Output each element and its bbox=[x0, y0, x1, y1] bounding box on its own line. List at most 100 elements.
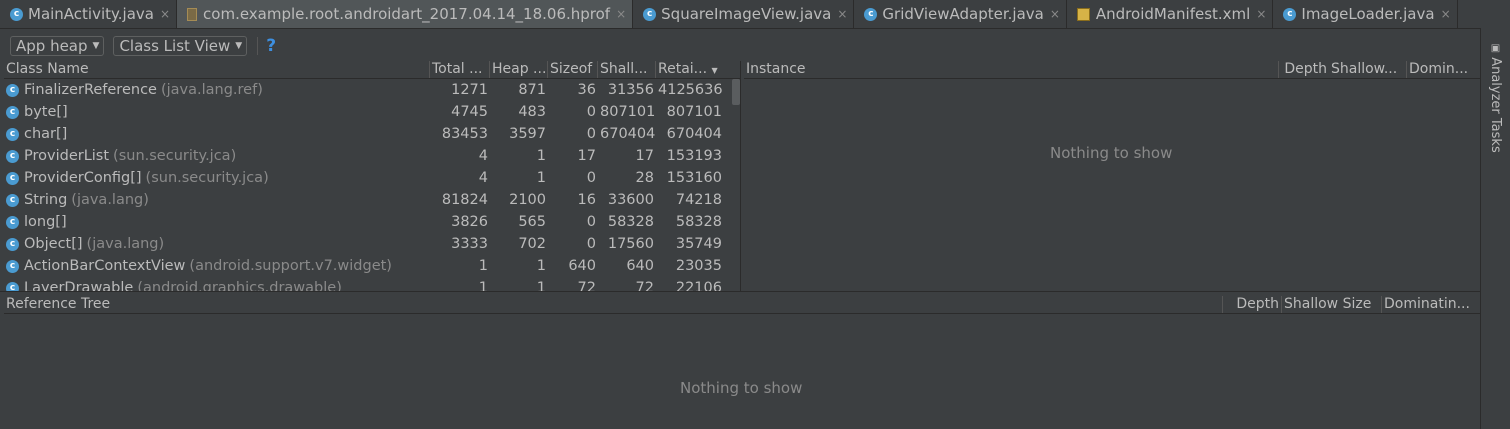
table-row[interactable]: c ActionBarContextView (android.support.v7… bbox=[4, 255, 740, 277]
class-icon: c bbox=[643, 7, 657, 21]
sizeof-cell: 0 bbox=[586, 214, 596, 230]
help-icon[interactable]: ? bbox=[266, 36, 276, 56]
editor-tab[interactable]: com.example.root.androidart_2017.04.14_1… bbox=[177, 0, 634, 28]
total-count-cell: 1271 bbox=[451, 82, 488, 98]
column-instance[interactable]: Instance bbox=[744, 61, 1279, 78]
heap-count-cell: 1 bbox=[536, 148, 546, 164]
analyzer-tasks-tool-button[interactable]: ▣ Analyzer Tasks bbox=[1488, 43, 1503, 153]
editor-tab[interactable]: c SquareImageView.java × bbox=[633, 0, 855, 28]
sizeof-cell: 0 bbox=[586, 126, 596, 142]
analyzer-tasks-icon: ▣ bbox=[1490, 43, 1501, 58]
sizeof-cell: 17 bbox=[577, 148, 596, 164]
heap-toolbar: App heap ▼ Class List View ▼ ? bbox=[0, 32, 1478, 60]
editor-tab[interactable]: AndroidManifest.xml × bbox=[1067, 0, 1274, 28]
column-dominating-size[interactable]: Dominatin... bbox=[1382, 296, 1480, 313]
class-icon: c bbox=[6, 281, 19, 291]
table-row[interactable]: c Object[] (java.lang) 3333 702 0 17560 35749 bbox=[4, 233, 740, 255]
class-table-scrollbar[interactable] bbox=[730, 79, 740, 291]
heap-count-cell: 3597 bbox=[509, 126, 546, 142]
heap-select[interactable]: App heap ▼ bbox=[10, 36, 105, 56]
table-row[interactable]: c String (java.lang) 81824 2100 16 33600 74218 bbox=[4, 189, 740, 211]
total-count-cell: 1 bbox=[478, 258, 488, 274]
close-icon[interactable]: × bbox=[160, 7, 170, 21]
tab-label: AndroidManifest.xml bbox=[1095, 5, 1251, 23]
tab-label: ImageLoader.java bbox=[1301, 5, 1435, 23]
column-depth[interactable]: Depth bbox=[1279, 61, 1329, 78]
heap-count-cell: 871 bbox=[518, 82, 546, 98]
table-row[interactable]: c FinalizerReference (java.lang.ref) 1271 87… bbox=[4, 79, 740, 101]
table-row[interactable]: c ProviderList (sun.security.jca) 4 1 17 17 153… bbox=[4, 145, 740, 167]
retained-size-cell: 74218 bbox=[675, 192, 722, 208]
class-name-cell: c byte[] bbox=[4, 104, 430, 120]
table-row[interactable]: c long[] 3826 565 0 58328 58328 bbox=[4, 211, 740, 233]
class-icon: c bbox=[1283, 7, 1297, 21]
class-list-panel: Class Name Total ... Heap ... Sizeof Sha… bbox=[4, 61, 740, 291]
shallow-size-cell: 640 bbox=[626, 258, 654, 274]
heap-count-cell: 1 bbox=[536, 170, 546, 186]
table-row[interactable]: c LayerDrawable (android.graphics.drawable… bbox=[4, 277, 740, 291]
retained-size-cell: 58328 bbox=[675, 214, 722, 230]
class-package: (java.lang.ref) bbox=[160, 82, 263, 98]
retained-size-cell: 153193 bbox=[666, 148, 722, 164]
class-icon: c bbox=[6, 83, 19, 97]
sizeof-cell: 640 bbox=[568, 258, 596, 274]
sizeof-cell: 72 bbox=[577, 280, 596, 291]
right-tool-window-bar: ▣ Analyzer Tasks bbox=[1480, 28, 1510, 429]
column-shallow[interactable]: Shallow... bbox=[1329, 61, 1407, 78]
heap-count-cell: 1 bbox=[536, 280, 546, 291]
column-depth[interactable]: Depth bbox=[1223, 296, 1282, 313]
class-icon: c bbox=[6, 127, 19, 141]
class-icon: c bbox=[6, 215, 19, 229]
table-row[interactable]: c byte[] 4745 483 0 807101 807101 bbox=[4, 101, 740, 123]
column-total-count[interactable]: Total ... bbox=[430, 61, 490, 78]
class-name: char[] bbox=[24, 126, 68, 142]
file-icon bbox=[187, 7, 198, 21]
column-dominating[interactable]: Domin... bbox=[1407, 61, 1479, 78]
column-reference-tree[interactable]: Reference Tree bbox=[4, 296, 1223, 313]
total-count-cell: 83453 bbox=[441, 126, 488, 142]
editor-tab[interactable]: c MainActivity.java × bbox=[0, 0, 178, 28]
close-icon[interactable]: × bbox=[837, 7, 847, 21]
tab-label: SquareImageView.java bbox=[661, 5, 832, 23]
class-name: byte[] bbox=[24, 104, 68, 120]
chevron-down-icon: ▼ bbox=[235, 41, 243, 51]
close-icon[interactable]: × bbox=[1256, 7, 1266, 21]
class-icon: c bbox=[6, 105, 19, 119]
class-name-cell: c char[] bbox=[4, 126, 430, 142]
tab-label: GridViewAdapter.java bbox=[882, 5, 1044, 23]
class-icon: c bbox=[10, 7, 23, 21]
sizeof-cell: 0 bbox=[586, 104, 596, 120]
total-count-cell: 3826 bbox=[451, 214, 488, 230]
class-name-cell: c ProviderConfig[] (sun.security.jca) bbox=[4, 170, 430, 186]
total-count-cell: 4 bbox=[478, 170, 488, 186]
class-name-cell: c ProviderList (sun.security.jca) bbox=[4, 148, 430, 164]
close-icon[interactable]: × bbox=[1441, 7, 1451, 21]
sizeof-cell: 36 bbox=[577, 82, 596, 98]
instance-empty-text: Nothing to show bbox=[1050, 144, 1173, 162]
editor-tab[interactable]: c GridViewAdapter.java × bbox=[854, 0, 1067, 28]
column-retained-size[interactable]: Retai... ▼ bbox=[656, 61, 724, 78]
heap-count-cell: 1 bbox=[536, 258, 546, 274]
class-table-body: c FinalizerReference (java.lang.ref) 1271 87… bbox=[4, 79, 740, 291]
column-heap-count[interactable]: Heap ... bbox=[490, 61, 548, 78]
close-icon[interactable]: × bbox=[616, 7, 626, 21]
column-shallow-size[interactable]: Shall... bbox=[598, 61, 656, 78]
instance-table-header: Instance Depth Shallow... Domin... bbox=[744, 61, 1480, 79]
reference-tree-panel: Reference Tree Depth Shallow Size Domina… bbox=[4, 296, 1480, 429]
table-row[interactable]: c ProviderConfig[] (sun.security.jca) 4 1 0 28… bbox=[4, 167, 740, 189]
shallow-size-cell: 28 bbox=[635, 170, 654, 186]
heap-select-label: App heap bbox=[16, 37, 88, 55]
chevron-down-icon: ▼ bbox=[92, 41, 100, 51]
column-shallow-size[interactable]: Shallow Size bbox=[1282, 296, 1382, 313]
view-select[interactable]: Class List View ▼ bbox=[113, 36, 248, 56]
column-sizeof[interactable]: Sizeof bbox=[548, 61, 598, 78]
scrollbar-thumb[interactable] bbox=[732, 79, 740, 105]
class-package: (sun.security.jca) bbox=[113, 148, 237, 164]
column-class-name[interactable]: Class Name bbox=[4, 61, 430, 78]
shallow-size-cell: 58328 bbox=[607, 214, 654, 230]
total-count-cell: 81824 bbox=[441, 192, 488, 208]
table-row[interactable]: c char[] 83453 3597 0 670404 670404 bbox=[4, 123, 740, 145]
close-icon[interactable]: × bbox=[1050, 7, 1060, 21]
editor-tab[interactable]: c ImageLoader.java × bbox=[1273, 0, 1458, 28]
heap-count-cell: 483 bbox=[518, 104, 546, 120]
